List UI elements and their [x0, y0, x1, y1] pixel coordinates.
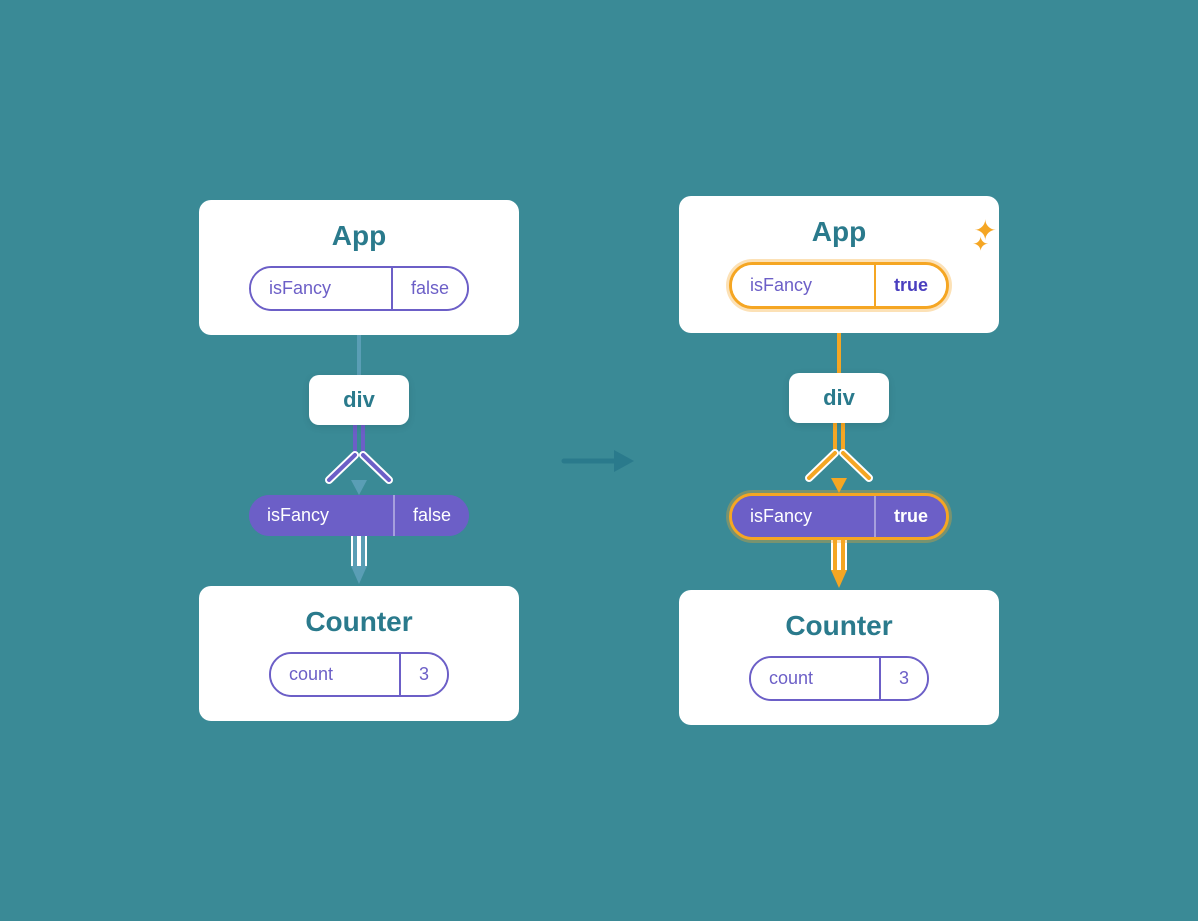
left-app-title: App	[332, 220, 386, 252]
left-diagram: App isFancy false div	[199, 200, 519, 721]
left-app-pill-value: false	[391, 268, 467, 309]
left-dark-pill-label: isFancy	[249, 495, 393, 536]
right-div-node: div	[789, 373, 889, 423]
left-fork-svg	[239, 425, 479, 495]
right-app-pill-value: true	[874, 265, 946, 306]
left-app-box: App isFancy false	[199, 200, 519, 335]
left-counter-title: Counter	[305, 606, 412, 638]
middle-arrow	[559, 436, 639, 486]
right-fork-svg	[719, 423, 959, 493]
right-count-label: count	[751, 658, 879, 699]
left-count-value: 3	[399, 654, 447, 695]
right-app-pill-label: isFancy	[732, 265, 874, 306]
left-app-pill: isFancy false	[249, 266, 469, 311]
right-counter-box: Counter count 3	[679, 590, 999, 725]
left-count-label: count	[271, 654, 399, 695]
arrow-svg	[559, 436, 639, 486]
left-counter-box: Counter count 3	[199, 586, 519, 721]
right-app-box: App isFancy true ✦ ✦	[679, 196, 999, 333]
left-div-node: div	[309, 375, 409, 425]
right-connector-2	[809, 540, 869, 590]
left-connector-1	[357, 335, 361, 375]
sparkle-1: ✦	[972, 232, 989, 257]
right-count-pill: count 3	[749, 656, 929, 701]
left-arrow-svg	[329, 536, 389, 586]
right-count-value: 3	[879, 658, 927, 699]
right-fork-connector	[719, 423, 959, 493]
sparkle-2: ✦	[974, 214, 997, 247]
right-connector-1	[837, 333, 841, 373]
left-fork-connector	[239, 425, 479, 495]
left-dark-pill-value: false	[393, 495, 469, 536]
left-app-pill-label: isFancy	[251, 268, 391, 309]
right-dark-pill-value: true	[874, 496, 946, 537]
main-container: App isFancy false div	[0, 0, 1198, 921]
right-counter-title: Counter	[785, 610, 892, 642]
right-app-title: App	[812, 216, 866, 248]
right-diagram: App isFancy true ✦ ✦ div	[679, 196, 999, 725]
left-dark-pill: isFancy false	[249, 495, 469, 536]
left-count-pill: count 3	[269, 652, 449, 697]
left-connector-2	[329, 536, 389, 586]
right-arrow-svg	[809, 540, 869, 590]
right-app-pill: isFancy true	[729, 262, 949, 309]
right-dark-pill-label: isFancy	[732, 496, 874, 537]
right-dark-pill: isFancy true ✦ ✦	[729, 493, 949, 540]
